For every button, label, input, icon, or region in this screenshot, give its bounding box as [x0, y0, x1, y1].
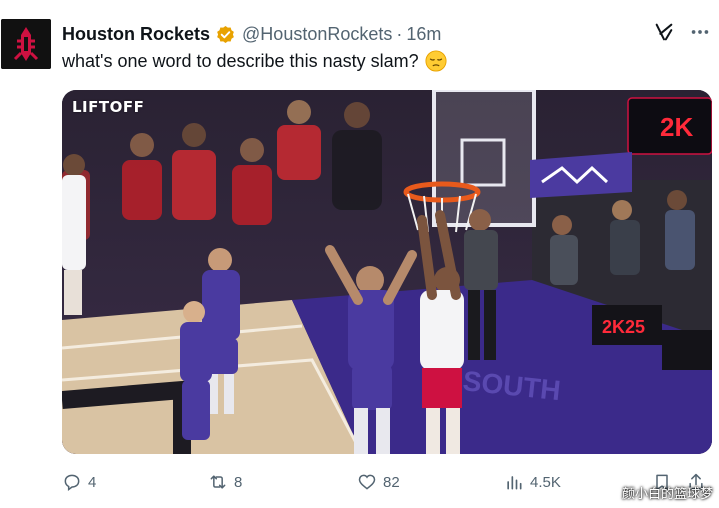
heart-icon	[358, 474, 376, 490]
ad-board-text: 2K25	[602, 317, 645, 337]
pensive-face-emoji-icon	[425, 50, 447, 72]
backboard	[432, 90, 536, 227]
dunk-scene-image: SOUTH 2K25 2K	[62, 90, 712, 454]
views-button[interactable]: 4.5K	[504, 472, 561, 492]
rockets-logo-icon	[1, 19, 51, 69]
overlay-watermark: 颜小白的篮球梦	[621, 486, 713, 501]
tweet-media-video[interactable]: SOUTH 2K25 2K LIFTOFF	[62, 90, 712, 454]
timestamp[interactable]: 16m	[406, 24, 441, 45]
top-right-actions	[653, 21, 711, 43]
scoreboard-text: 2K	[660, 112, 693, 142]
views-count: 4.5K	[530, 473, 561, 491]
tweet-text-content: what's one word to describe this nasty s…	[62, 50, 419, 71]
like-button[interactable]: 82	[357, 472, 400, 492]
tweet-text: what's one word to describe this nasty s…	[62, 50, 447, 72]
tweet-action-bar: 4 8 82 4.5K	[62, 472, 712, 500]
reply-button[interactable]: 4	[62, 472, 96, 492]
repost-count: 8	[234, 473, 243, 491]
ad-board-right	[662, 330, 712, 370]
liftoff-watermark: LIFTOFF	[72, 98, 145, 116]
handle[interactable]: @HoustonRockets	[242, 24, 392, 45]
tweet-header: Houston Rockets @HoustonRockets · 16m	[62, 22, 441, 46]
more-icon[interactable]	[689, 21, 711, 43]
repost-button[interactable]: 8	[208, 472, 242, 492]
separator-dot: ·	[396, 23, 403, 44]
repost-icon	[210, 475, 226, 489]
grok-icon[interactable]	[653, 21, 675, 43]
views-icon	[507, 476, 522, 490]
verified-badge-icon	[217, 25, 234, 43]
like-count: 82	[383, 473, 400, 491]
reply-icon	[64, 474, 80, 491]
display-name[interactable]: Houston Rockets	[62, 24, 210, 45]
avatar[interactable]	[1, 19, 51, 69]
reply-count: 4	[88, 473, 97, 491]
